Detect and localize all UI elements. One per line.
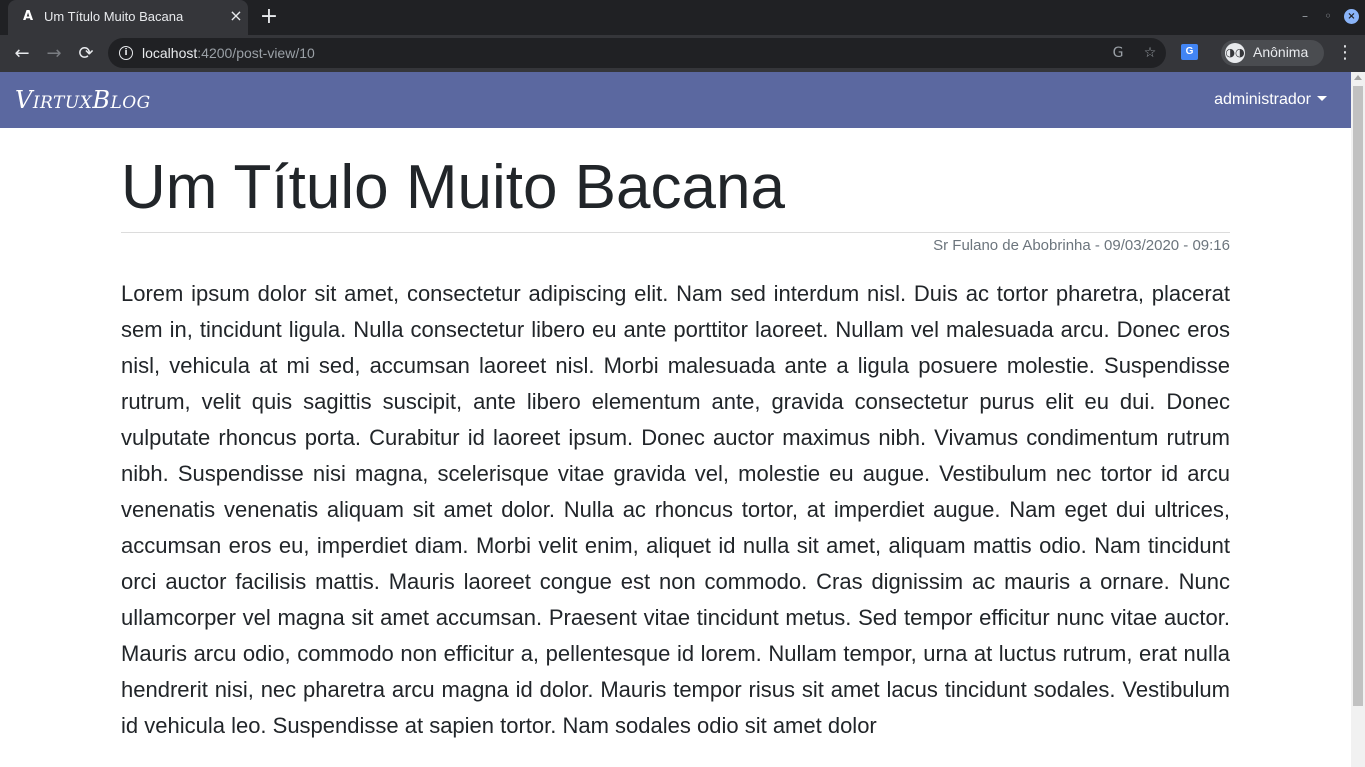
scroll-up-arrow-icon[interactable] — [1354, 75, 1362, 80]
caret-down-icon — [1317, 96, 1327, 101]
url-path: :4200/post-view/10 — [197, 45, 315, 61]
post-meta: Sr Fulano de Abobrinha - 09/03/2020 - 09… — [933, 237, 1230, 254]
angular-favicon-icon: A — [22, 9, 34, 24]
tab-title: Um Título Muito Bacana — [44, 9, 184, 24]
translate-extension-icon[interactable]: G — [1181, 44, 1198, 60]
url-text[interactable]: localhost:4200/post-view/10 — [142, 45, 315, 61]
user-dropdown[interactable]: administrador — [1214, 91, 1327, 109]
brand-logo[interactable]: VirtuxBlog — [15, 86, 151, 114]
incognito-icon: ◑◑ — [1225, 43, 1245, 63]
browser-menu-icon[interactable]: ⋮ — [1336, 41, 1354, 65]
profile-label: Anônima — [1253, 44, 1309, 60]
profile-chip[interactable]: ◑◑ Anônima — [1221, 40, 1324, 66]
new-tab-button[interactable]: + — [258, 6, 280, 28]
reload-icon[interactable]: ⟳ — [73, 41, 99, 67]
back-icon[interactable]: ← — [9, 41, 35, 67]
user-name: administrador — [1214, 91, 1311, 108]
minimize-icon[interactable]: – — [1298, 9, 1312, 23]
tab-close-icon[interactable]: × — [228, 8, 244, 24]
url-host: localhost — [142, 45, 198, 61]
site-info-icon[interactable]: i — [119, 46, 133, 60]
post-content: Um Título Muito Bacana Sr Fulano de Abob… — [121, 128, 1230, 744]
forward-icon[interactable]: → — [41, 41, 67, 67]
bookmark-star-icon[interactable]: ☆ — [1141, 44, 1159, 62]
translate-icon[interactable]: G — [1109, 44, 1127, 62]
scroll-thumb[interactable] — [1353, 86, 1363, 706]
post-title: Um Título Muito Bacana — [121, 153, 785, 222]
address-bar[interactable]: i localhost:4200/post-view/10 G ☆ — [108, 38, 1166, 68]
post-body: Lorem ipsum dolor sit amet, consectetur … — [121, 281, 1230, 738]
restore-icon[interactable]: ◦ — [1321, 9, 1335, 23]
title-divider — [121, 232, 1230, 233]
tab-strip: A Um Título Muito Bacana × + – ◦ × — [0, 0, 1365, 35]
window-close-icon[interactable]: × — [1344, 9, 1359, 24]
browser-tab[interactable]: A Um Título Muito Bacana × — [8, 0, 248, 35]
page-scrollbar[interactable] — [1351, 72, 1365, 767]
site-navbar: VirtuxBlog administrador — [0, 72, 1351, 128]
browser-toolbar: ← → ⟳ i localhost:4200/post-view/10 G ☆ — [0, 35, 1365, 72]
